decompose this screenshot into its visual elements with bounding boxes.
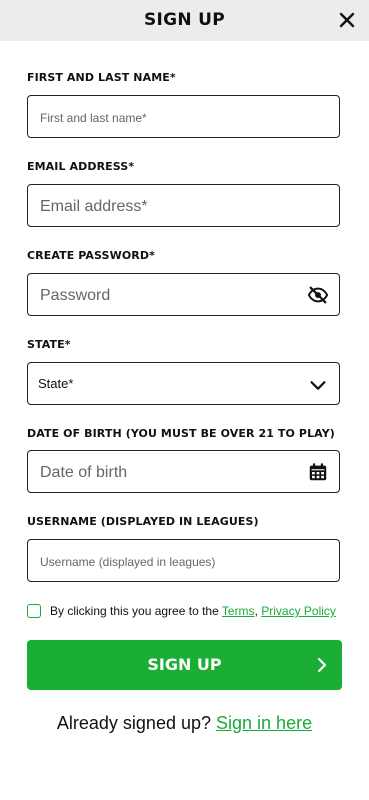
state-select[interactable]: State*	[27, 362, 340, 405]
terms-link[interactable]: Terms	[222, 604, 255, 618]
page-title: SIGN UP	[143, 10, 226, 30]
dob-field-box	[27, 450, 340, 494]
sign-up-button[interactable]: SIGN UP	[27, 640, 342, 690]
dob-input[interactable]	[38, 451, 302, 494]
name-input[interactable]	[38, 96, 302, 139]
password-field-box	[27, 273, 340, 317]
consent-separator: ,	[254, 604, 258, 618]
username-field-box	[27, 539, 340, 583]
consent-prefix: By clicking this you agree to the	[50, 604, 219, 618]
email-label: EMAIL ADDRESS*	[27, 160, 135, 173]
sign-in-row: Already signed up? Sign in here	[0, 713, 369, 734]
sign-in-prompt: Already signed up?	[56, 713, 211, 733]
eye-off-icon[interactable]	[307, 284, 329, 306]
username-label: USERNAME (DISPLAYED IN LEAGUES)	[27, 515, 259, 528]
name-field-box	[27, 95, 340, 139]
close-icon	[339, 12, 355, 28]
username-input[interactable]	[38, 540, 302, 583]
state-label: STATE*	[27, 338, 71, 351]
email-input[interactable]	[38, 185, 302, 228]
password-label: CREATE PASSWORD*	[27, 249, 155, 262]
sign-up-button-label: SIGN UP	[147, 655, 222, 674]
calendar-icon[interactable]	[307, 461, 329, 483]
password-input[interactable]	[38, 274, 302, 317]
consent-text: By clicking this you agree to the Terms,…	[50, 604, 336, 618]
name-label: FIRST AND LAST NAME*	[27, 71, 176, 84]
consent-checkbox[interactable]	[27, 604, 41, 618]
chevron-down-icon	[310, 381, 326, 390]
close-button[interactable]	[335, 8, 359, 32]
chevron-right-icon	[317, 657, 327, 673]
privacy-policy-link[interactable]: Privacy Policy	[261, 604, 336, 618]
dob-label: DATE OF BIRTH (YOU MUST BE OVER 21 TO PL…	[27, 427, 335, 440]
email-field-box	[27, 184, 340, 228]
state-selected-value: State*	[38, 376, 74, 391]
sign-in-link[interactable]: Sign in here	[216, 713, 312, 733]
header-bar: SIGN UP	[0, 0, 369, 41]
